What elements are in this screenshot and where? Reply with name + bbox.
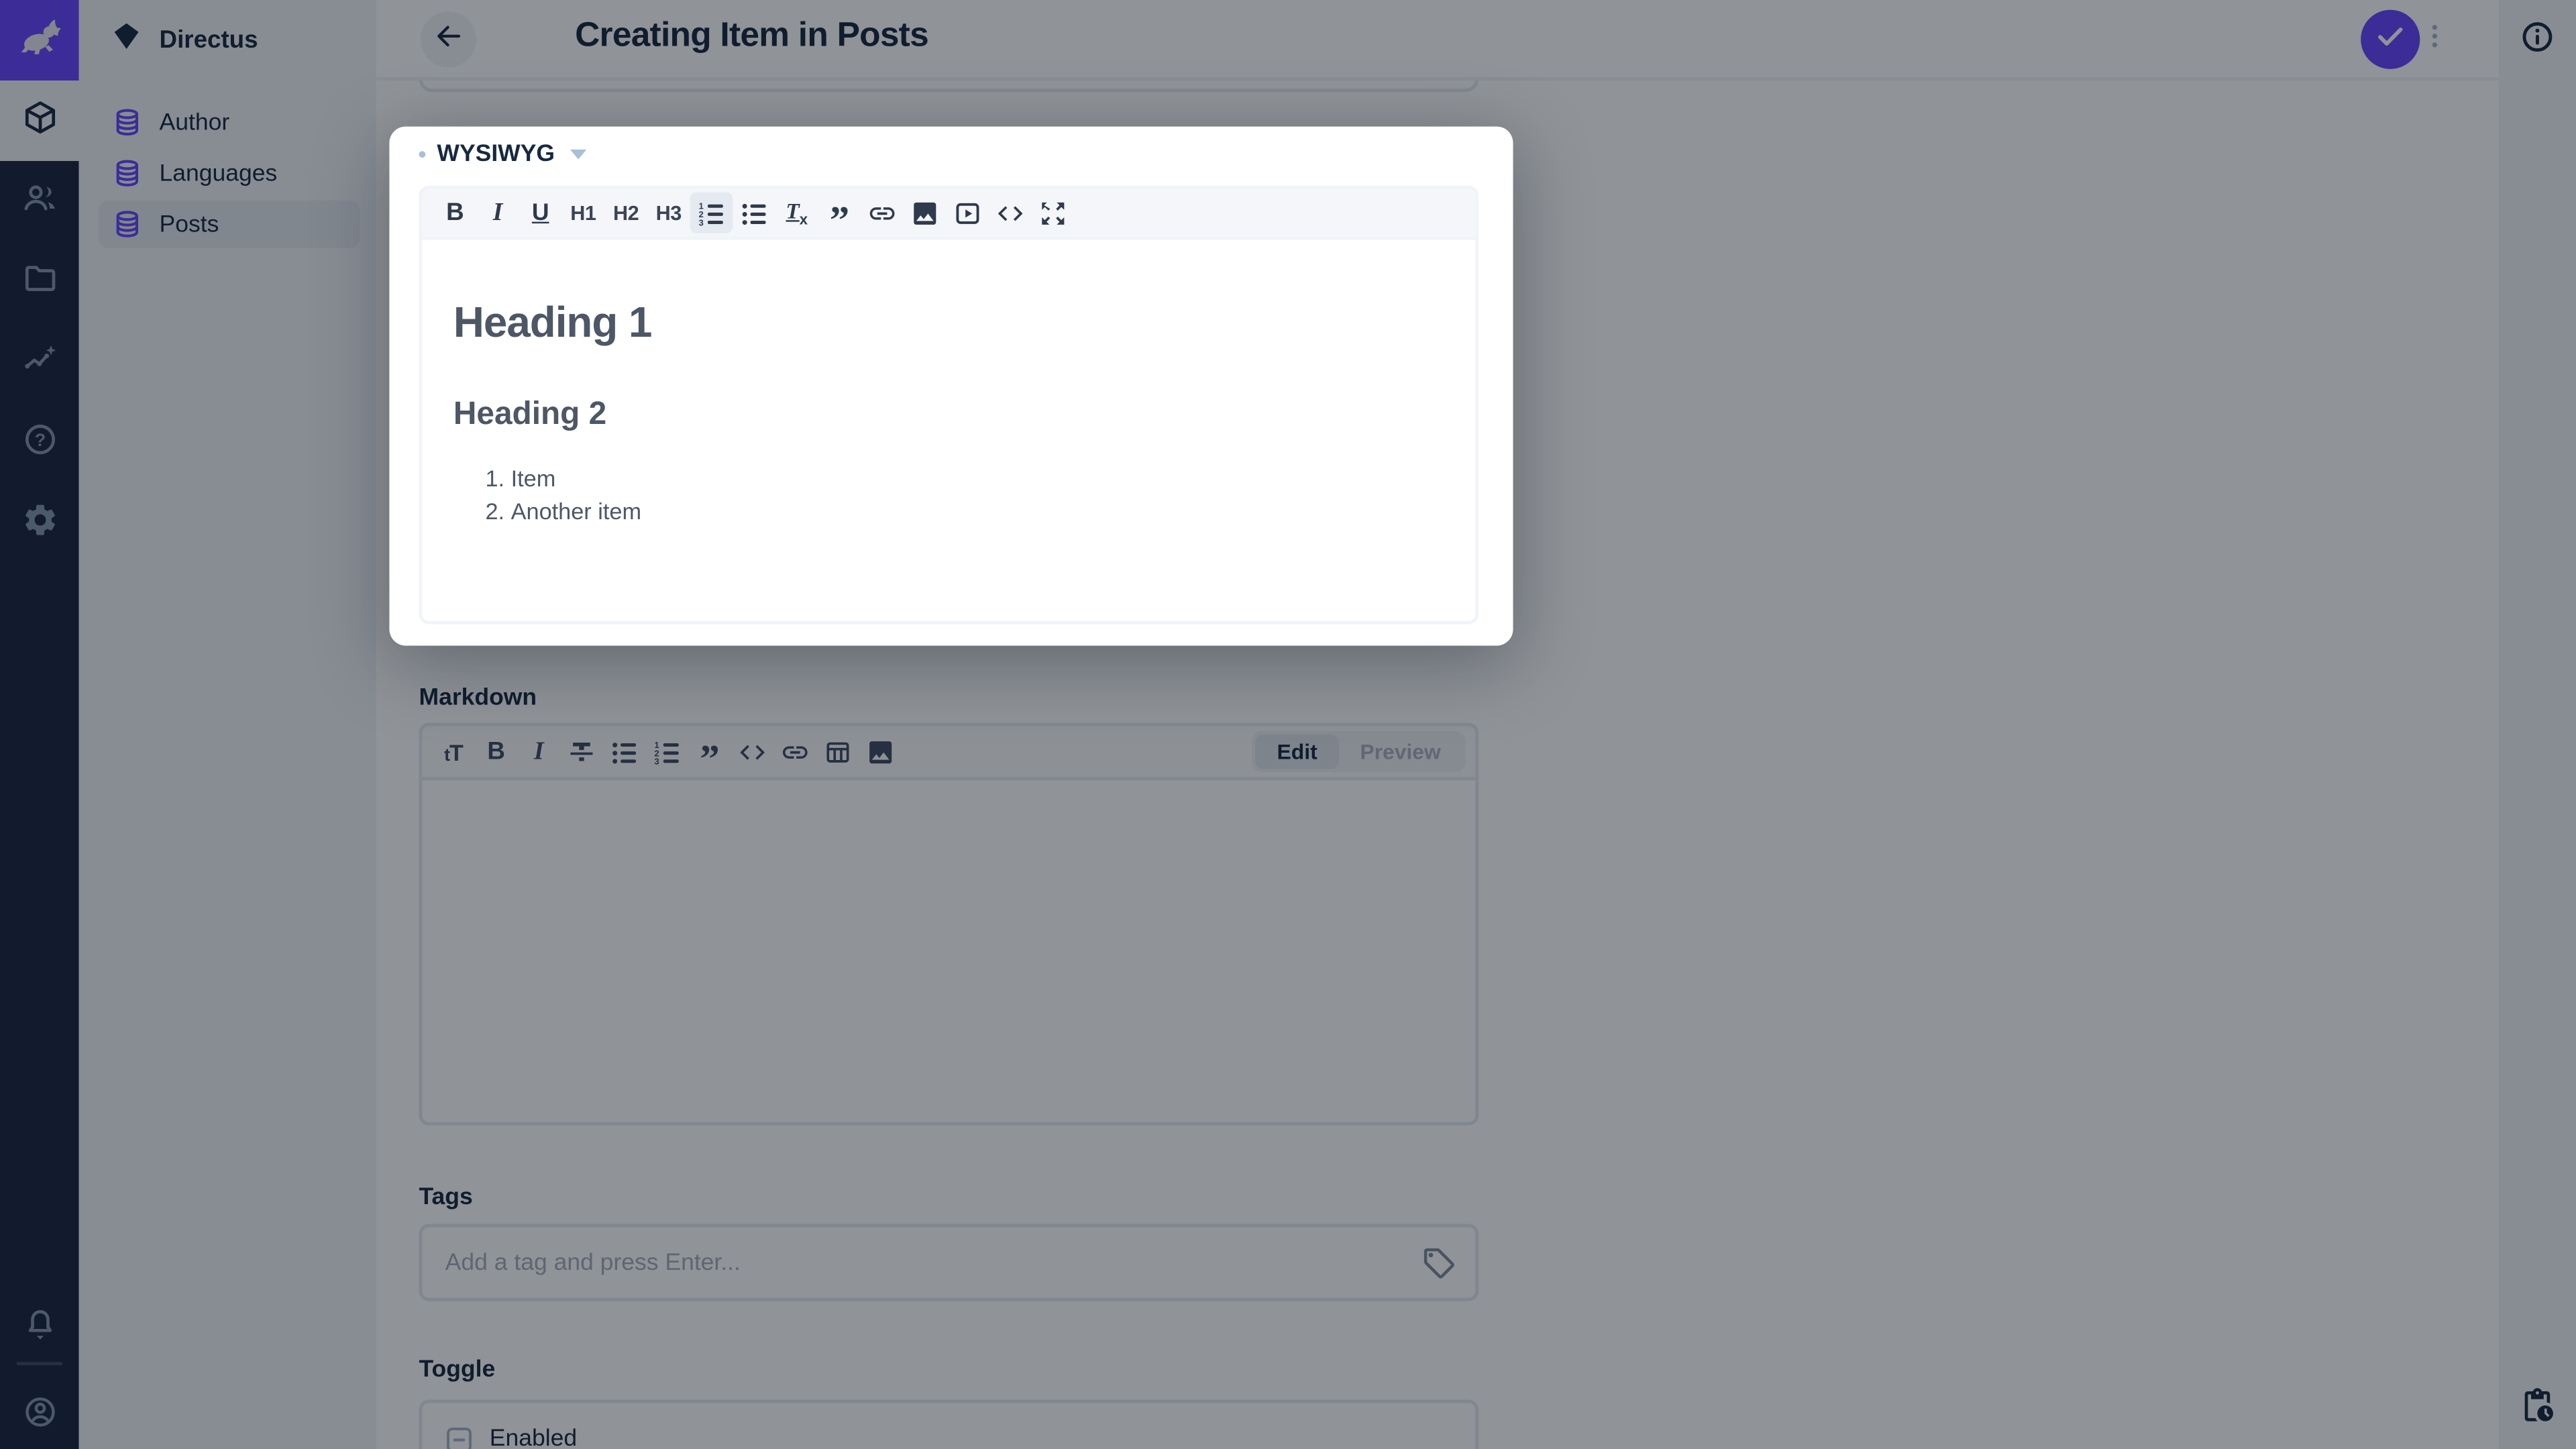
remove-format-button[interactable]: Tx: [775, 193, 818, 233]
h3-button[interactable]: H3: [647, 193, 690, 233]
link-button[interactable]: [861, 193, 904, 233]
wysiwyg-content[interactable]: Heading 1 Heading 2 ItemAnother item: [422, 294, 1475, 621]
wysiwyg-field-label-row: WYSIWYG: [419, 142, 586, 168]
bullet-list-button[interactable]: [733, 193, 775, 233]
svg-text:3: 3: [699, 217, 704, 227]
code-button[interactable]: [989, 193, 1032, 233]
wysiwyg-focused-card: WYSIWYG B I U H1 H2 H3 1 2 3 Tx” Heading 1 Headin…: [389, 126, 1513, 646]
field-menu-arrow-icon[interactable]: [570, 149, 586, 160]
h2-button[interactable]: H2: [604, 193, 647, 233]
blockquote-button[interactable]: ”: [818, 193, 861, 241]
underline-button[interactable]: U: [519, 193, 562, 233]
wysiwyg-field-label: WYSIWYG: [437, 141, 555, 168]
content-heading-2: Heading 2: [453, 396, 607, 433]
image-button[interactable]: [904, 193, 947, 233]
h1-button[interactable]: H1: [562, 193, 605, 233]
fullscreen-button[interactable]: [1032, 193, 1075, 233]
modified-dot-icon: [419, 151, 426, 158]
content-heading-1: Heading 1: [453, 297, 652, 347]
content-ordered-list: ItemAnother item: [453, 462, 1444, 527]
italic-button[interactable]: I: [476, 193, 519, 233]
list-item: Item: [511, 462, 1444, 494]
bold-button[interactable]: B: [434, 193, 477, 233]
wysiwyg-editor: BIUH1H2H3123 Tx” Heading 1 Heading 2 Item…: [419, 185, 1479, 625]
app: ? Directus Author Languages Posts Creati…: [0, 0, 2576, 1449]
video-button[interactable]: [947, 193, 989, 233]
wysiwyg-toolbar: B I U H1 H2 H3 1 2 3 Tx”: [422, 189, 1476, 241]
list-item: Another item: [511, 494, 1444, 527]
ordered-list-button[interactable]: 123: [690, 192, 733, 233]
